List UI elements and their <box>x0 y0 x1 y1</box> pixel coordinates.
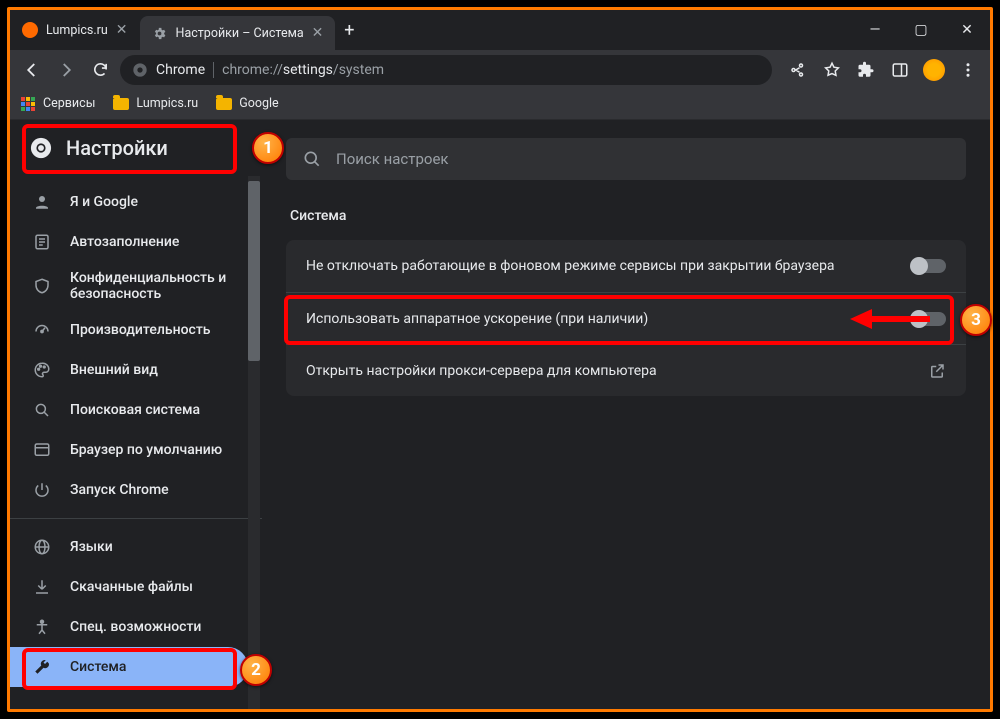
window-titlebar: Lumpics.ru ✕ Настройки – Система ✕ + — ▢… <box>10 10 990 50</box>
sidebar-item-label: Спец. возможности <box>70 619 240 635</box>
settings-row-label: Открыть настройки прокси-сервера для ком… <box>306 363 657 379</box>
favicon-settings <box>152 25 168 41</box>
settings-sidebar: Настройки Я и Google Автозаполнение Конфид… <box>10 120 262 709</box>
bookmark-apps[interactable]: Сервисы <box>20 96 95 112</box>
profile-avatar[interactable] <box>920 56 948 84</box>
sidebar-item-palette[interactable]: Внешний вид <box>10 350 262 390</box>
browser-tab-active[interactable]: Настройки – Система ✕ <box>140 16 336 50</box>
browser-icon <box>32 440 52 460</box>
settings-card: Не отключать работающие в фоновом режиме… <box>286 240 966 396</box>
bookmark-label: Сервисы <box>43 96 95 111</box>
settings-row[interactable]: Использовать аппаратное ускорение (при н… <box>286 292 966 344</box>
globe-icon <box>32 537 52 557</box>
sidebar-item-globe[interactable]: Языки <box>10 527 262 567</box>
sidebar-item-label: Конфиденциальность и безопасность <box>70 270 240 302</box>
browser-tab[interactable]: Lumpics.ru ✕ <box>10 10 140 50</box>
chrome-logo-icon <box>30 137 52 159</box>
apps-icon <box>20 96 36 112</box>
bookmarks-bar: Сервисы Lumpics.ru Google <box>10 88 990 120</box>
section-title: Система <box>290 208 966 224</box>
annotation-badge-3: 3 <box>960 304 992 336</box>
palette-icon <box>32 360 52 380</box>
nav-reload-button[interactable] <box>86 56 114 84</box>
annotation-badge-2: 2 <box>240 654 272 686</box>
bookmark-folder[interactable]: Google <box>216 96 278 112</box>
external-link-icon <box>928 362 946 380</box>
sidebar-item-browser[interactable]: Браузер по умолчанию <box>10 430 262 470</box>
sidebar-item-label: Производительность <box>70 322 240 338</box>
sidebar-header: Настройки <box>10 120 262 176</box>
favicon-lumpics <box>22 22 38 38</box>
kebab-menu-icon[interactable] <box>954 56 982 84</box>
nav-back-button[interactable] <box>18 56 46 84</box>
window-maximize[interactable]: ▢ <box>898 10 944 50</box>
window-minimize[interactable]: — <box>852 10 898 50</box>
sidebar-item-person[interactable]: Я и Google <box>10 182 262 222</box>
nav-forward-button[interactable] <box>52 56 80 84</box>
sidebar-item-wrench[interactable]: Система <box>10 647 248 687</box>
bookmark-label: Google <box>239 96 278 111</box>
address-bar[interactable]: Chrome chrome://settings/system <box>120 55 772 85</box>
sidebar-item-label: Система <box>70 659 226 675</box>
folder-icon <box>216 96 232 112</box>
scrollbar-thumb[interactable] <box>248 181 260 361</box>
search-input[interactable] <box>336 150 950 168</box>
annotation-badge-1: 1 <box>252 132 284 164</box>
wrench-icon <box>32 657 52 677</box>
sidebar-item-label: Я и Google <box>70 194 240 210</box>
close-tab-icon[interactable]: ✕ <box>116 22 128 38</box>
share-icon[interactable] <box>784 56 812 84</box>
settings-row[interactable]: Не отключать работающие в фоновом режиме… <box>286 240 966 292</box>
tab-title: Lumpics.ru <box>46 23 108 38</box>
sidebar-item-access[interactable]: Спец. возможности <box>10 607 262 647</box>
extensions-icon[interactable] <box>852 56 880 84</box>
sidebar-item-label: Языки <box>70 539 240 555</box>
power-icon <box>32 480 52 500</box>
side-panel-icon[interactable] <box>886 56 914 84</box>
settings-search[interactable] <box>286 138 966 180</box>
sidebar-item-power[interactable]: Запуск Chrome <box>10 470 262 510</box>
download-icon <box>32 577 52 597</box>
sidebar-item-label: Поисковая система <box>70 402 240 418</box>
tab-title: Настройки – Система <box>176 26 304 41</box>
search-icon <box>302 149 322 169</box>
sidebar-separator <box>10 518 262 519</box>
sidebar-item-label: Браузер по умолчанию <box>70 442 240 458</box>
bookmark-label: Lumpics.ru <box>136 96 198 111</box>
chrome-logo-icon <box>132 62 148 78</box>
sidebar-item-autofill[interactable]: Автозаполнение <box>10 222 262 262</box>
omnibox-divider <box>213 62 214 78</box>
access-icon <box>32 617 52 637</box>
sidebar-item-label: Запуск Chrome <box>70 482 240 498</box>
shield-icon <box>32 276 52 296</box>
sidebar-item-download[interactable]: Скачанные файлы <box>10 567 262 607</box>
person-icon <box>32 192 52 212</box>
new-tab-button[interactable]: + <box>335 10 363 50</box>
sidebar-item-speed[interactable]: Производительность <box>10 310 262 350</box>
speed-icon <box>32 320 52 340</box>
sidebar-item-shield[interactable]: Конфиденциальность и безопасность <box>10 262 262 310</box>
sidebar-item-label: Внешний вид <box>70 362 240 378</box>
settings-row-label: Использовать аппаратное ускорение (при н… <box>306 311 648 327</box>
sidebar-item-search[interactable]: Поисковая система <box>10 390 262 430</box>
settings-row[interactable]: Открыть настройки прокси-сервера для ком… <box>286 344 966 396</box>
toggle-switch[interactable] <box>912 259 946 273</box>
omnibox-scheme: Chrome <box>156 62 205 78</box>
autofill-icon <box>32 232 52 252</box>
toggle-switch[interactable] <box>912 312 946 326</box>
browser-toolbar: Chrome chrome://settings/system <box>10 50 990 88</box>
sidebar-item-label: Скачанные файлы <box>70 579 240 595</box>
settings-row-label: Не отключать работающие в фоновом режиме… <box>306 258 835 274</box>
omnibox-url: chrome://settings/system <box>222 62 384 78</box>
search-icon <box>32 400 52 420</box>
close-tab-icon[interactable]: ✕ <box>312 25 324 41</box>
window-close[interactable]: ✕ <box>944 10 990 50</box>
bookmark-star-icon[interactable] <box>818 56 846 84</box>
folder-icon <box>113 96 129 112</box>
sidebar-title: Настройки <box>66 136 168 160</box>
settings-main: Система Не отключать работающие в фоново… <box>262 120 990 709</box>
bookmark-folder[interactable]: Lumpics.ru <box>113 96 198 112</box>
sidebar-item-label: Автозаполнение <box>70 234 240 250</box>
